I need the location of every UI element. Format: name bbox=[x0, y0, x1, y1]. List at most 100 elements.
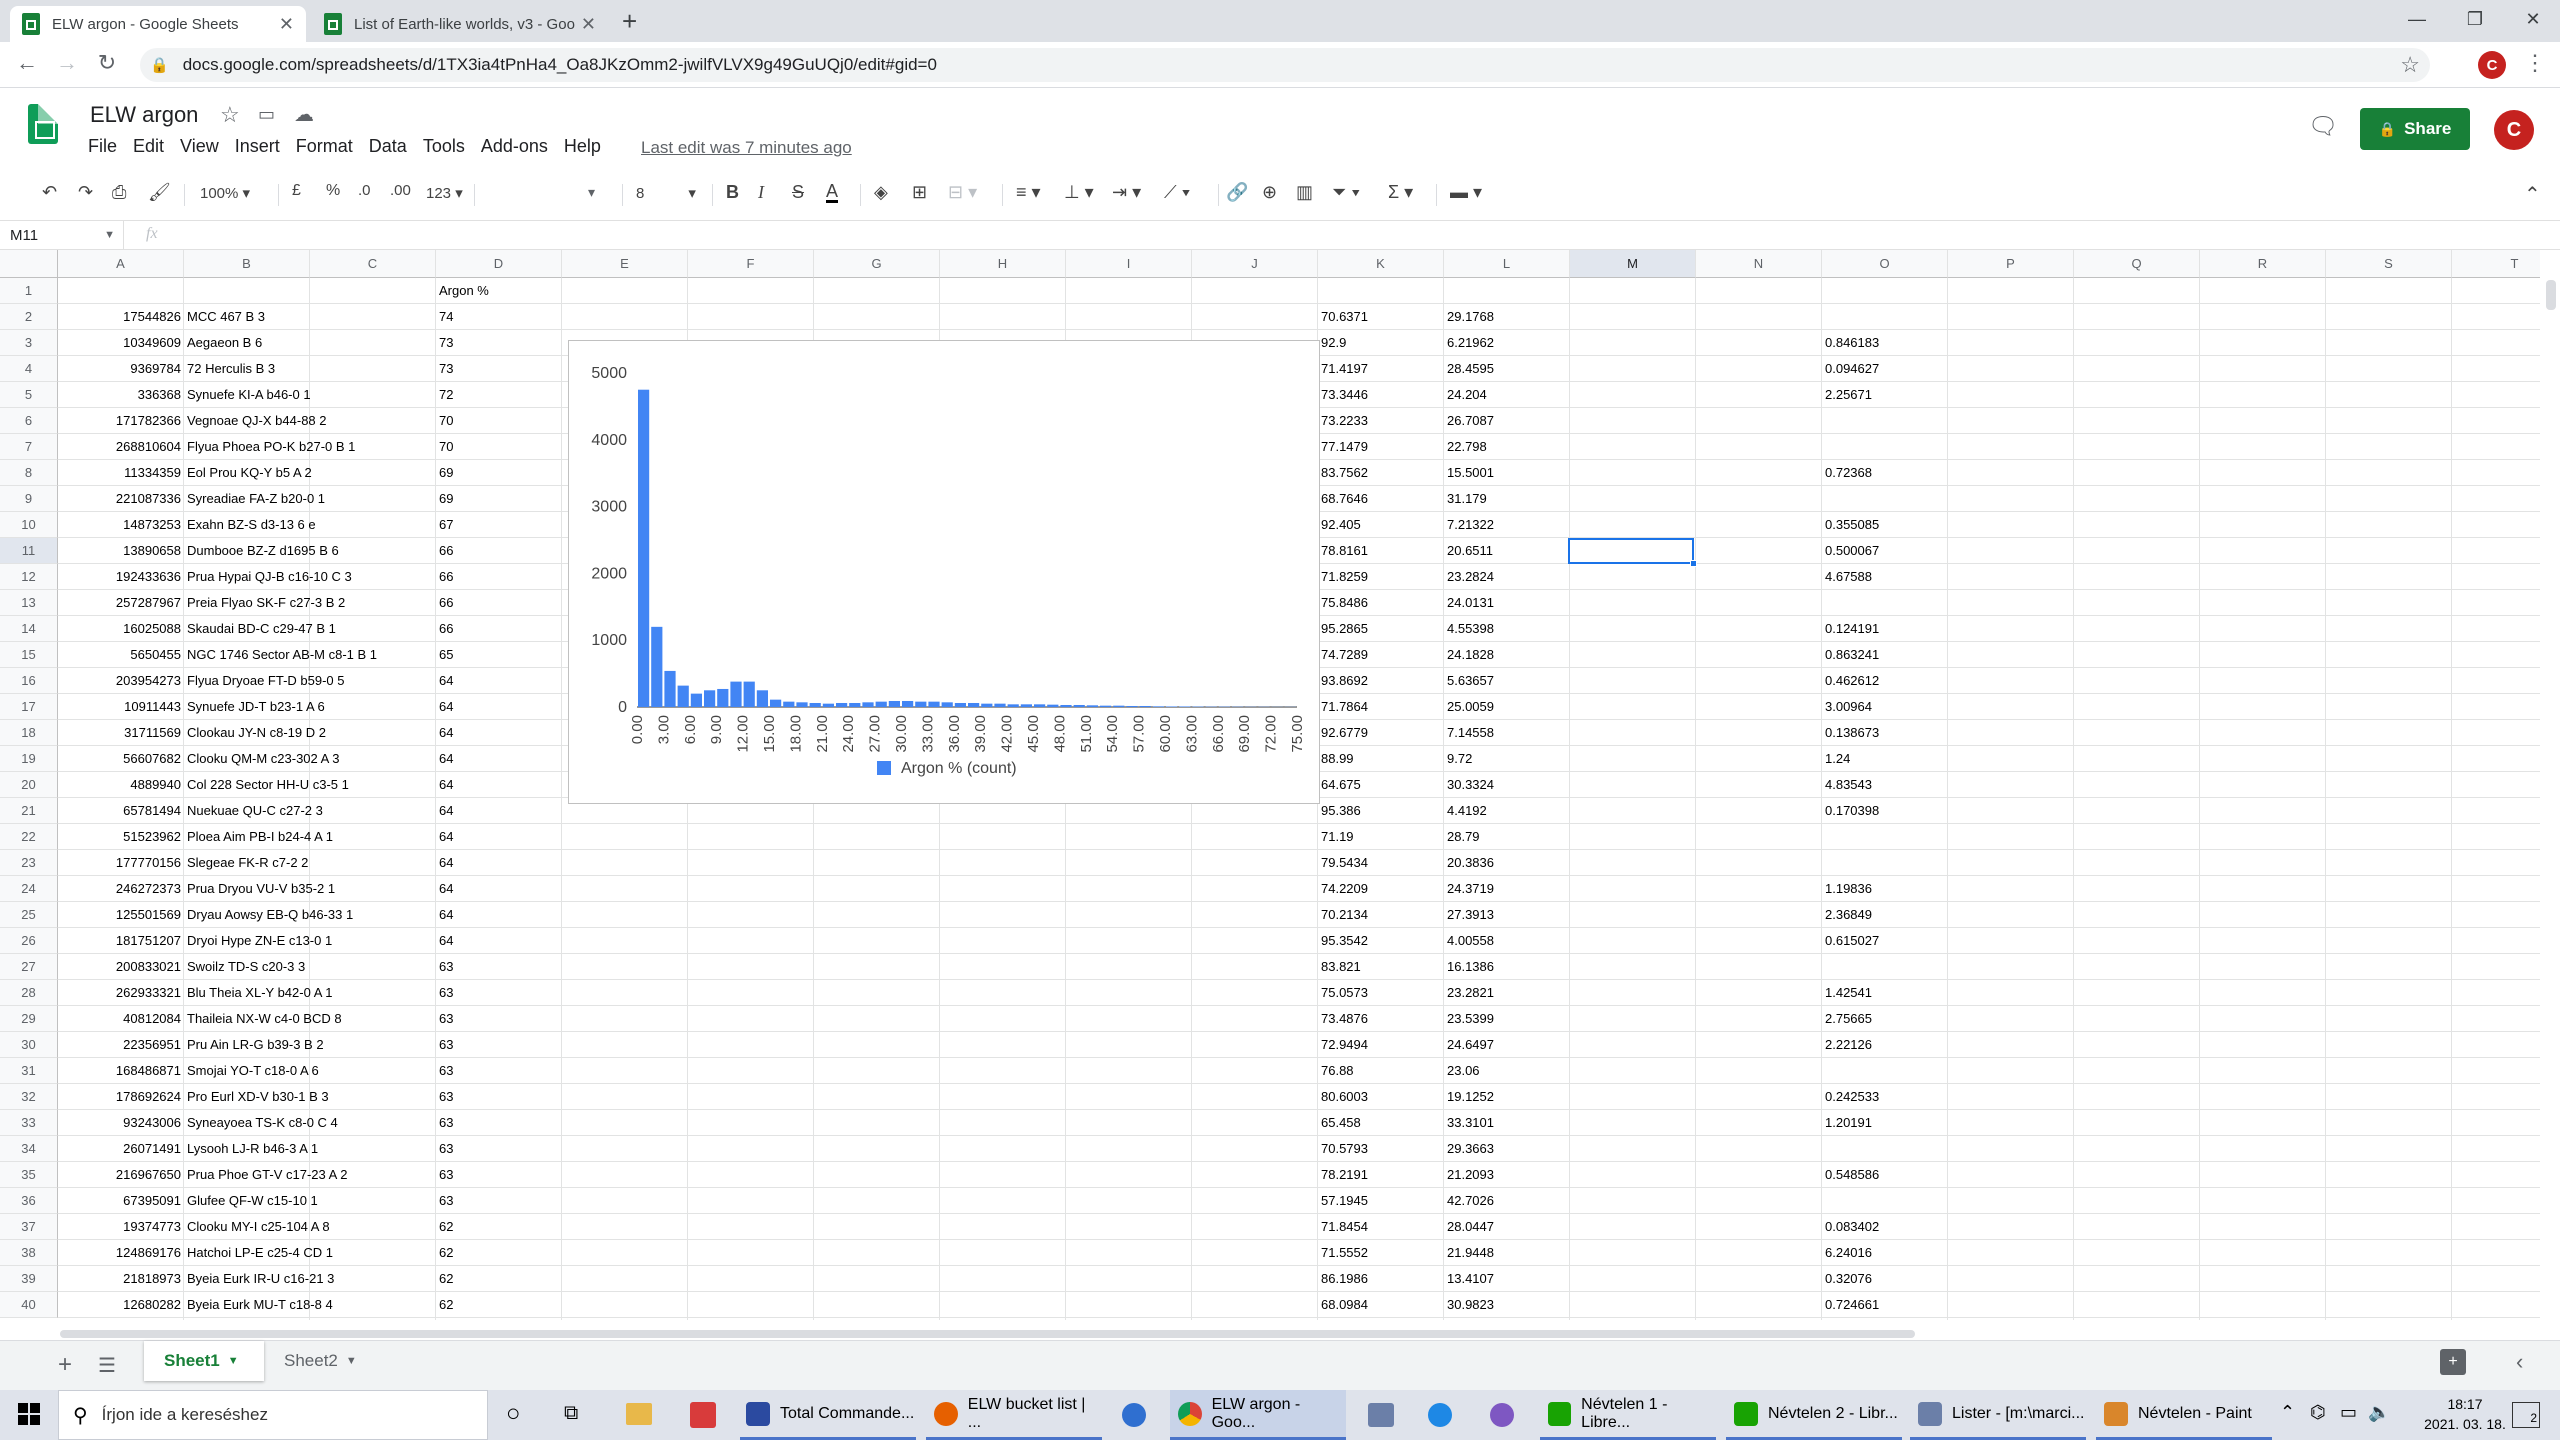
close-tab-icon[interactable]: ✕ bbox=[581, 14, 596, 35]
text-color-button[interactable]: A bbox=[826, 182, 839, 203]
taskbar-search-box[interactable]: ⚲ Írjon ide a kereséshez bbox=[58, 1390, 488, 1440]
row-header[interactable]: 32 bbox=[0, 1084, 58, 1110]
cell-d4[interactable]: 73 bbox=[436, 356, 562, 382]
font-size-select[interactable]: 8 ▾ bbox=[636, 184, 696, 202]
browser-tab-earth-like-worlds[interactable]: List of Earth-like worlds, v3 - Goo ✕ bbox=[312, 6, 608, 42]
profile-avatar[interactable]: C bbox=[2478, 51, 2506, 79]
cell-k18[interactable]: 92.6779 bbox=[1318, 720, 1444, 746]
row-header[interactable]: 34 bbox=[0, 1136, 58, 1162]
pinned-app-icon[interactable] bbox=[1368, 1403, 1394, 1427]
cloud-status-icon[interactable]: ☁ bbox=[294, 102, 314, 127]
cell-b5[interactable]: Synuefe KI-A b46-0 1 bbox=[184, 382, 434, 408]
cell-k15[interactable]: 74.7289 bbox=[1318, 642, 1444, 668]
cell-b26[interactable]: Dryoi Hype ZN-E c13-0 1 bbox=[184, 928, 434, 954]
vertical-align-icon[interactable]: ⊥ ▾ bbox=[1064, 182, 1094, 203]
cell-a18[interactable]: 31711569 bbox=[58, 720, 184, 746]
cell-l37[interactable]: 28.0447 bbox=[1444, 1214, 1570, 1240]
row-header[interactable]: 33 bbox=[0, 1110, 58, 1136]
menu-insert[interactable]: Insert bbox=[235, 136, 280, 157]
menu-file[interactable]: File bbox=[88, 136, 117, 157]
cell-d8[interactable]: 69 bbox=[436, 460, 562, 486]
cell-l18[interactable]: 7.14558 bbox=[1444, 720, 1570, 746]
row-header[interactable]: 29 bbox=[0, 1006, 58, 1032]
column-header-h[interactable]: H bbox=[940, 250, 1066, 278]
row-header[interactable]: 20 bbox=[0, 772, 58, 798]
insert-chart-icon[interactable]: ▥ bbox=[1296, 182, 1313, 203]
restore-icon[interactable]: ❐ bbox=[2446, 0, 2504, 38]
taskbar-libreoffice-2[interactable]: Névtelen 2 - Libr... bbox=[1726, 1390, 1902, 1440]
cell-b20[interactable]: Col 228 Sector HH-U c3-5 1 bbox=[184, 772, 434, 798]
cell-k19[interactable]: 88.99 bbox=[1318, 746, 1444, 772]
menu-view[interactable]: View bbox=[180, 136, 219, 157]
row-header[interactable]: 13 bbox=[0, 590, 58, 616]
cell-b23[interactable]: Slegeae FK-R c7-2 2 bbox=[184, 850, 434, 876]
cell-o30[interactable]: 2.22126 bbox=[1822, 1032, 1948, 1058]
row-header[interactable]: 22 bbox=[0, 824, 58, 850]
cell-o34[interactable] bbox=[1822, 1136, 1948, 1162]
cell-b4[interactable]: 72 Herculis B 3 bbox=[184, 356, 434, 382]
cell-o6[interactable] bbox=[1822, 408, 1948, 434]
cell-b35[interactable]: Prua Phoe GT-V c17-23 A 2 bbox=[184, 1162, 434, 1188]
cell-k12[interactable]: 71.8259 bbox=[1318, 564, 1444, 590]
cell-k8[interactable]: 83.7562 bbox=[1318, 460, 1444, 486]
cell-a14[interactable]: 16025088 bbox=[58, 616, 184, 642]
cell-a22[interactable]: 51523962 bbox=[58, 824, 184, 850]
cell-d7[interactable]: 70 bbox=[436, 434, 562, 460]
cell-l22[interactable]: 28.79 bbox=[1444, 824, 1570, 850]
cell-b22[interactable]: Ploea Aim PB-I b24-4 A 1 bbox=[184, 824, 434, 850]
cell-d10[interactable]: 67 bbox=[436, 512, 562, 538]
cell-l12[interactable]: 23.2824 bbox=[1444, 564, 1570, 590]
display-icon[interactable]: ▭ bbox=[2340, 1402, 2357, 1423]
cell-d6[interactable]: 70 bbox=[436, 408, 562, 434]
cell-l33[interactable]: 33.3101 bbox=[1444, 1110, 1570, 1136]
decrease-decimal-button[interactable]: .0 bbox=[358, 182, 371, 199]
zoom-select[interactable]: 100% ▾ bbox=[200, 184, 250, 202]
cell-l24[interactable]: 24.3719 bbox=[1444, 876, 1570, 902]
cell-k35[interactable]: 78.2191 bbox=[1318, 1162, 1444, 1188]
cell-k14[interactable]: 95.2865 bbox=[1318, 616, 1444, 642]
cell-b8[interactable]: Eol Prou KQ-Y b5 A 2 bbox=[184, 460, 434, 486]
cell-a24[interactable]: 246272373 bbox=[58, 876, 184, 902]
row-header[interactable]: 14 bbox=[0, 616, 58, 642]
cell-b38[interactable]: Hatchoi LP-E c25-4 CD 1 bbox=[184, 1240, 434, 1266]
cell-l10[interactable]: 7.21322 bbox=[1444, 512, 1570, 538]
cell-o31[interactable] bbox=[1822, 1058, 1948, 1084]
cell-k32[interactable]: 80.6003 bbox=[1318, 1084, 1444, 1110]
cell-b31[interactable]: Smojai YO-T c18-0 A 6 bbox=[184, 1058, 434, 1084]
cell-a40[interactable]: 12680282 bbox=[58, 1292, 184, 1318]
cell-o33[interactable]: 1.20191 bbox=[1822, 1110, 1948, 1136]
cell-k36[interactable]: 57.1945 bbox=[1318, 1188, 1444, 1214]
cell-a39[interactable]: 21818973 bbox=[58, 1266, 184, 1292]
cell-b16[interactable]: Flyua Dryoae FT-D b59-0 5 bbox=[184, 668, 434, 694]
sheets-logo-icon[interactable] bbox=[28, 104, 58, 144]
cell-d5[interactable]: 72 bbox=[436, 382, 562, 408]
cell-k23[interactable]: 79.5434 bbox=[1318, 850, 1444, 876]
fill-color-icon[interactable]: ◈ bbox=[874, 182, 888, 203]
cell-a16[interactable]: 203954273 bbox=[58, 668, 184, 694]
cell-o20[interactable]: 4.83543 bbox=[1822, 772, 1948, 798]
cell-k17[interactable]: 71.7864 bbox=[1318, 694, 1444, 720]
row-header[interactable]: 23 bbox=[0, 850, 58, 876]
cell-l4[interactable]: 28.4595 bbox=[1444, 356, 1570, 382]
cell-a21[interactable]: 65781494 bbox=[58, 798, 184, 824]
row-header[interactable]: 25 bbox=[0, 902, 58, 928]
bold-button[interactable]: B bbox=[726, 182, 739, 203]
cell-a26[interactable]: 181751207 bbox=[58, 928, 184, 954]
cell-d25[interactable]: 64 bbox=[436, 902, 562, 928]
cell-a11[interactable]: 13890658 bbox=[58, 538, 184, 564]
cell-l31[interactable]: 23.06 bbox=[1444, 1058, 1570, 1084]
close-window-icon[interactable]: ✕ bbox=[2504, 0, 2560, 38]
all-sheets-icon[interactable]: ☰ bbox=[98, 1353, 116, 1378]
cell-d35[interactable]: 63 bbox=[436, 1162, 562, 1188]
cell-b21[interactable]: Nuekuae QU-C c27-2 3 bbox=[184, 798, 434, 824]
move-folder-icon[interactable]: ▭ bbox=[258, 104, 275, 125]
cell-o12[interactable]: 4.67588 bbox=[1822, 564, 1948, 590]
insert-comment-icon[interactable]: ⊕ bbox=[1262, 182, 1277, 203]
cell-o38[interactable]: 6.24016 bbox=[1822, 1240, 1948, 1266]
cell-o15[interactable]: 0.863241 bbox=[1822, 642, 1948, 668]
row-header[interactable]: 8 bbox=[0, 460, 58, 486]
cell-l28[interactable]: 23.2821 bbox=[1444, 980, 1570, 1006]
cell-a17[interactable]: 10911443 bbox=[58, 694, 184, 720]
column-header-a[interactable]: A bbox=[58, 250, 184, 278]
cell-a29[interactable]: 40812084 bbox=[58, 1006, 184, 1032]
